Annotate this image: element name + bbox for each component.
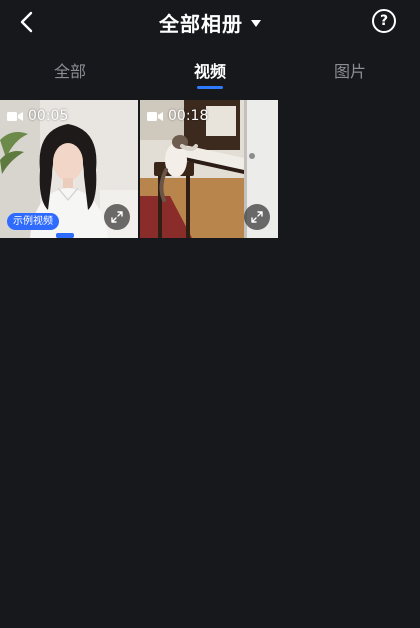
media-type-tabs: 全部 视频 图片 (0, 58, 420, 92)
duration-text: 00:05 (28, 108, 69, 124)
top-bar: 全部相册 ? (0, 0, 420, 44)
tab-video[interactable]: 视频 (140, 58, 280, 92)
expand-icon (251, 211, 263, 223)
duration-text: 00:18 (168, 108, 209, 124)
active-tab-indicator (197, 86, 223, 89)
video-duration: 00:18 (147, 108, 208, 124)
album-selector[interactable]: 全部相册 (0, 8, 420, 36)
video-thumbnail[interactable]: 00:18 (140, 100, 278, 238)
caret-down-icon (251, 19, 261, 27)
tab-label: 全部 (53, 62, 86, 81)
video-camera-icon (7, 111, 23, 121)
tab-photos[interactable]: 图片 (280, 58, 420, 92)
help-button[interactable]: ? (372, 9, 396, 33)
expand-preview-button[interactable] (104, 204, 130, 230)
video-camera-icon (147, 111, 163, 121)
expand-icon (111, 211, 123, 223)
expand-preview-button[interactable] (244, 204, 270, 230)
tab-label: 视频 (193, 62, 226, 81)
tab-label: 图片 (333, 62, 366, 81)
video-duration: 00:05 (7, 108, 68, 124)
sample-video-badge: 示例视频 (7, 213, 59, 230)
album-title: 全部相册 (159, 11, 243, 36)
video-thumbnail[interactable]: 00:05 示例视频 (0, 100, 138, 238)
tab-all[interactable]: 全部 (0, 58, 140, 92)
